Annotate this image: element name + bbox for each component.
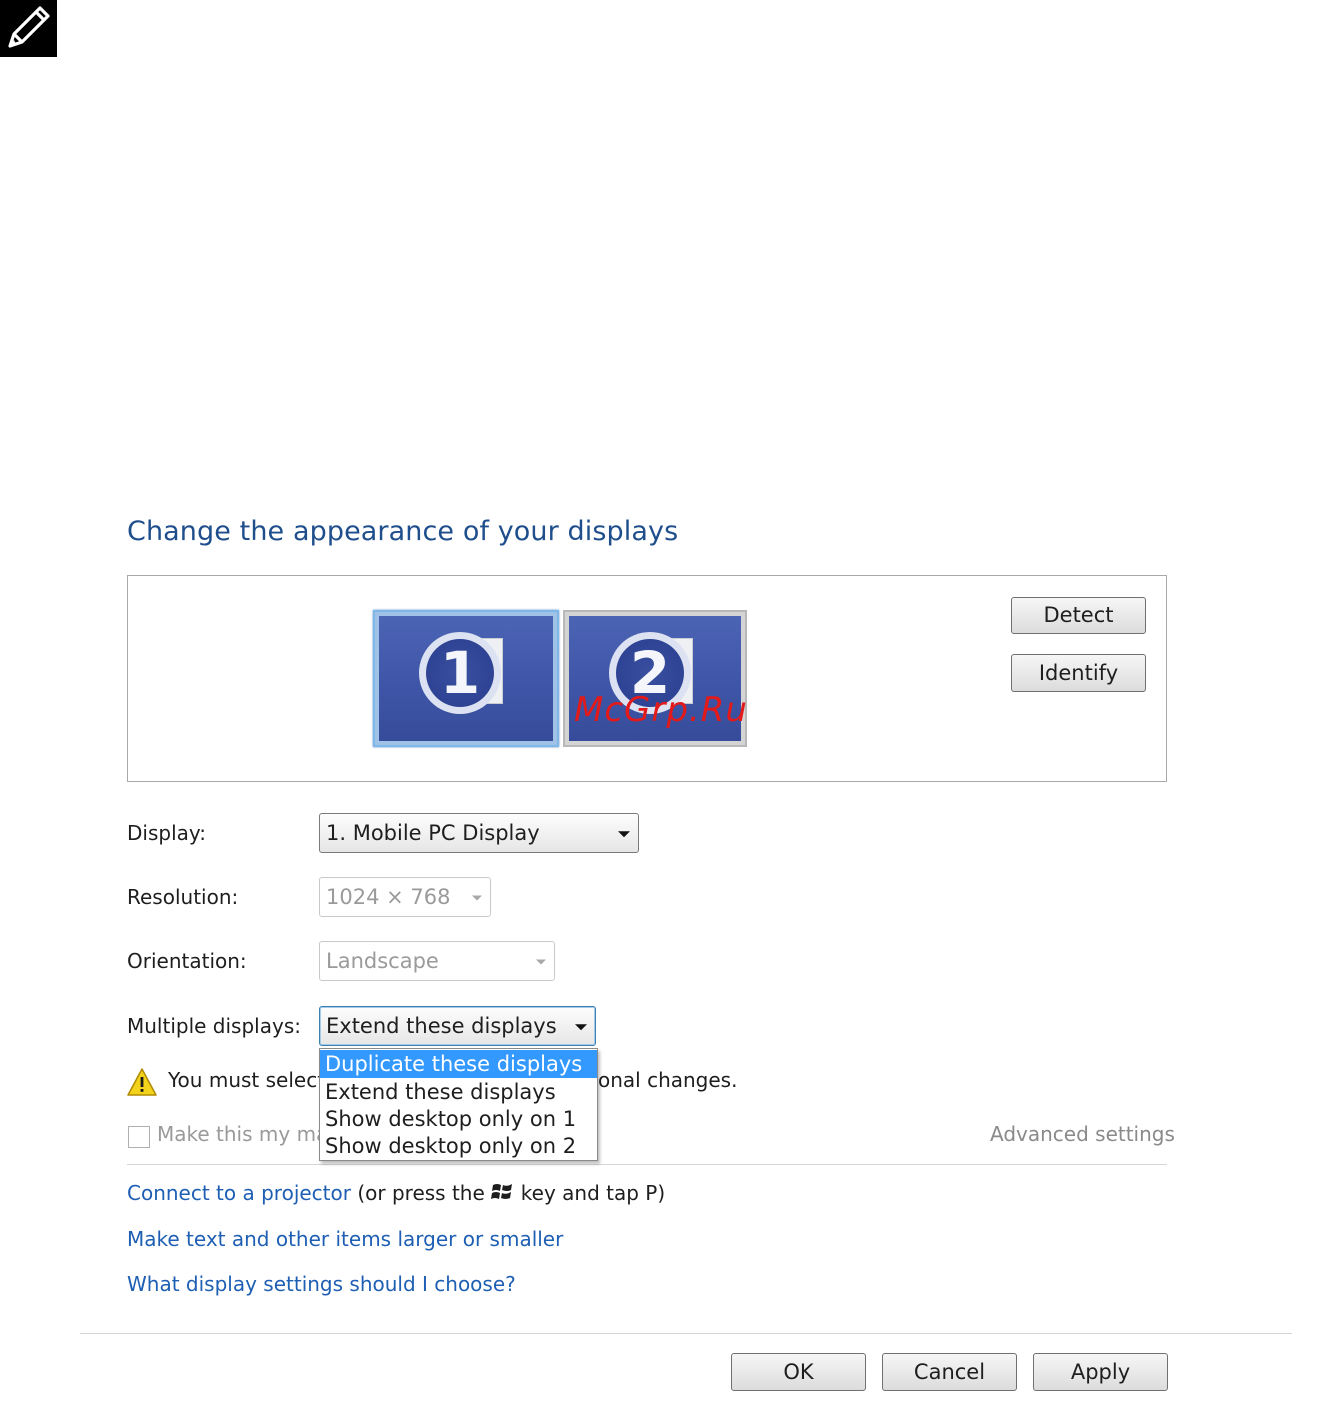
footer-divider [80,1333,1292,1334]
watermark-text: McGrp.Ru [574,690,748,730]
windows-logo-icon [490,1184,512,1199]
note-pencil-icon [0,0,57,57]
detect-button[interactable]: Detect [1011,597,1146,634]
display-label: Display: [127,821,207,845]
multiple-displays-select-value: Extend these displays [326,1014,557,1038]
monitor-1-screen: 1 [379,616,553,741]
warning-text-right: onal changes. [598,1068,738,1092]
multiple-displays-select[interactable]: Extend these displays [319,1006,596,1046]
option-extend-displays[interactable]: Extend these displays [320,1078,597,1106]
chevron-down-icon [472,895,482,901]
multiple-displays-label: Multiple displays: [127,1014,301,1038]
projector-hint-before: (or press the [357,1181,485,1205]
chevron-down-icon [575,1024,587,1031]
main-display-checkbox[interactable] [128,1126,150,1148]
resolution-label: Resolution: [127,885,239,909]
identify-button[interactable]: Identify [1011,654,1146,692]
advanced-settings-link[interactable]: Advanced settings [990,1122,1175,1146]
monitor-1-thumbnail[interactable]: 1 [373,610,559,747]
page-title: Change the appearance of your displays [127,516,679,547]
display-select[interactable]: 1. Mobile PC Display [319,813,639,853]
apply-button[interactable]: Apply [1033,1353,1168,1391]
connect-projector-link[interactable]: Connect to a projector [127,1181,351,1205]
multiple-displays-dropdown-list: Duplicate these displays Extend these di… [319,1048,598,1161]
orientation-select: Landscape [319,941,555,981]
divider [127,1164,1167,1165]
warning-icon [127,1068,157,1096]
display-select-value: 1. Mobile PC Display [326,821,540,845]
text-size-link[interactable]: Make text and other items larger or smal… [127,1227,563,1251]
projector-line: Connect to a projector (or press the key… [127,1181,665,1205]
option-show-only-on-2[interactable]: Show desktop only on 2 [320,1132,597,1160]
ok-button[interactable]: OK [731,1353,866,1391]
chevron-down-icon [536,959,546,965]
projector-hint-after: key and tap P) [520,1181,666,1205]
orientation-select-value: Landscape [326,949,439,973]
option-duplicate-displays[interactable]: Duplicate these displays [320,1050,597,1078]
monitor-1-number: 1 [439,639,481,707]
option-show-only-on-1[interactable]: Show desktop only on 1 [320,1105,597,1133]
chevron-down-icon [618,831,630,838]
display-settings-help-link[interactable]: What display settings should I choose? [127,1272,516,1296]
main-display-checkbox-label: Make this my ma [157,1122,329,1146]
resolution-select-value: 1024 × 768 [326,885,451,909]
orientation-label: Orientation: [127,949,247,973]
warning-text-left: You must select [168,1068,326,1092]
resolution-select: 1024 × 768 [319,877,491,917]
cancel-button[interactable]: Cancel [882,1353,1017,1391]
warning-text: You must select [168,1068,325,1092]
